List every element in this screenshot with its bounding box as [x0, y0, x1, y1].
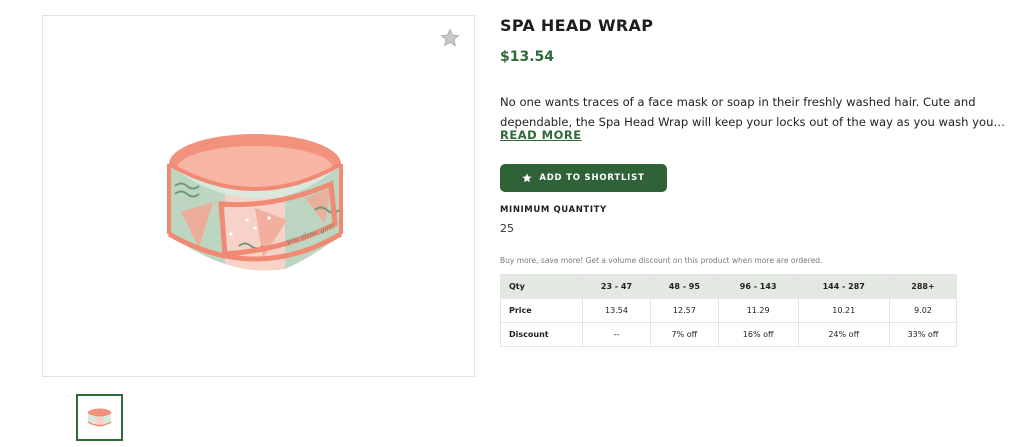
product-thumbnail[interactable]: [76, 394, 123, 441]
product-image: you glow, girl!: [167, 134, 343, 271]
table-cell: --: [582, 322, 651, 347]
product-image-panel: you glow, girl!: [42, 15, 475, 377]
volume-pricing-table: Qty 23 - 47 48 - 95 96 - 143 144 - 287 2…: [500, 274, 958, 347]
header-cell: Qty: [500, 274, 583, 299]
header-cell: 144 - 287: [797, 274, 890, 299]
header-cell: 48 - 95: [649, 274, 719, 299]
header-cell: 96 - 143: [717, 274, 799, 299]
row-label: Discount: [500, 322, 583, 347]
table-cell: 9.02: [888, 298, 958, 323]
table-header-row: Qty 23 - 47 48 - 95 96 - 143 144 - 287 2…: [500, 274, 958, 299]
minimum-quantity-value: 25: [500, 222, 514, 235]
row-label: Price: [500, 298, 583, 323]
read-more-link[interactable]: READ MORE: [500, 128, 582, 142]
header-cell: 23 - 47: [582, 274, 651, 299]
add-to-shortlist-button[interactable]: ADD TO SHORTLIST: [500, 164, 667, 192]
star-icon: [522, 173, 532, 183]
header-cell: 288+: [888, 274, 958, 299]
table-cell: 16% off: [717, 322, 799, 347]
table-cell: 12.57: [649, 298, 719, 323]
shortlist-label: ADD TO SHORTLIST: [539, 173, 645, 183]
table-cell: 24% off: [797, 322, 890, 347]
description-line: No one wants traces of a face mask or so…: [500, 95, 976, 109]
volume-discount-note: Buy more, save more! Get a volume discou…: [500, 256, 823, 265]
thumbnail-image: [87, 408, 112, 427]
table-cell: 33% off: [888, 322, 958, 347]
product-description: No one wants traces of a face mask or so…: [500, 92, 1005, 132]
table-row: Discount -- 7% off 16% off 24% off 33% o…: [500, 322, 958, 347]
table-row: Price 13.54 12.57 11.29 10.21 9.02: [500, 298, 958, 323]
table-cell: 11.29: [717, 298, 799, 323]
product-price: $13.54: [500, 49, 555, 65]
product-page: you glow, girl! SPA HEAD WRAP $13.54 No …: [0, 0, 1024, 447]
table-cell: 10.21: [797, 298, 890, 323]
table-cell: 7% off: [649, 322, 719, 347]
favorite-star-icon[interactable]: [440, 28, 460, 48]
table-cell: 13.54: [582, 298, 651, 323]
minimum-quantity-label: MINIMUM QUANTITY: [500, 205, 607, 215]
product-title: SPA HEAD WRAP: [500, 16, 654, 35]
